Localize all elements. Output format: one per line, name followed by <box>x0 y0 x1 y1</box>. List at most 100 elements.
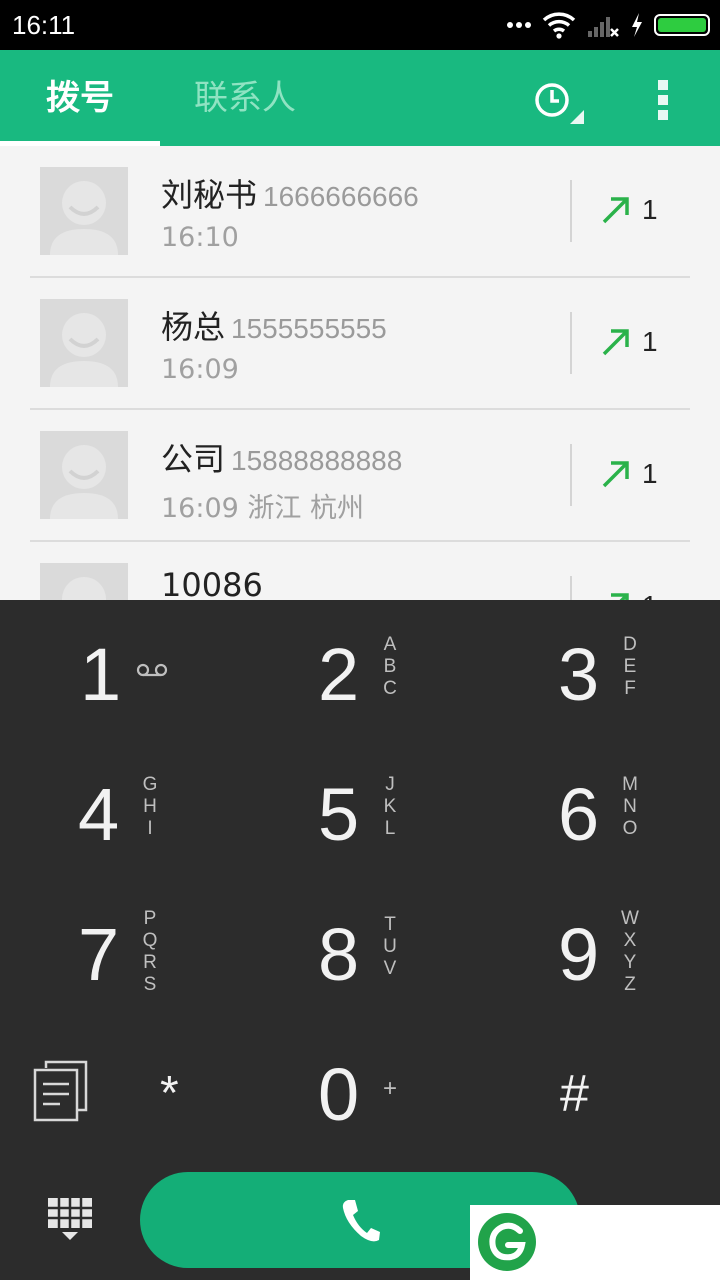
call-count: 1 <box>642 194 658 225</box>
call-time: 16:09 浙江 杭州 <box>161 493 364 524</box>
more-menu-button[interactable] <box>650 78 678 122</box>
call-time: 16:09 <box>161 354 239 385</box>
status-time: 16:11 <box>12 10 76 40</box>
caller-number: 1666666666 <box>263 181 419 212</box>
signal-icon <box>588 17 619 37</box>
outgoing-call-icon <box>611 593 629 600</box>
dial-key-6[interactable]: 6 MNO <box>480 740 720 880</box>
tab-contacts[interactable]: 联系人 <box>170 50 320 146</box>
key-letters: TUV <box>383 914 397 979</box>
key-digit: 7 <box>78 913 120 996</box>
key-digit: # <box>560 1065 589 1123</box>
call-detail-button[interactable]: 1 <box>600 454 658 494</box>
dial-key-3[interactable]: 3 DEF <box>480 600 720 740</box>
battery-icon <box>654 14 710 36</box>
key-letters: WXYZ <box>621 908 639 995</box>
dial-key-hash[interactable]: # <box>480 1020 720 1160</box>
call-history-button[interactable] <box>530 78 586 124</box>
outgoing-call-icon <box>602 197 629 224</box>
dial-key-7[interactable]: 7 PQRS <box>0 880 240 1020</box>
key-letters: ABC <box>383 634 397 699</box>
default-avatar-icon <box>50 445 118 519</box>
key-digit: 9 <box>558 913 600 996</box>
wifi-icon <box>542 12 576 39</box>
caller-number: 1555555555 <box>231 313 387 344</box>
key-letters: JKL <box>383 774 397 839</box>
avatar <box>40 563 128 600</box>
key-digit: 4 <box>78 773 120 856</box>
call-time: 16:10 <box>161 222 239 253</box>
key-letters: MNO <box>622 774 638 839</box>
key-digit: 3 <box>558 633 600 716</box>
caller-number: 15888888888 <box>231 445 403 476</box>
call-name-line: 10086 <box>161 566 269 600</box>
key-digit: 8 <box>318 913 360 996</box>
default-avatar-icon <box>50 181 118 255</box>
watermark <box>470 1205 720 1280</box>
call-log-item[interactable]: 刘秘书 1666666666 16:10 1 <box>30 146 690 278</box>
more-vert-icon <box>658 80 668 120</box>
paste-button[interactable] <box>30 1060 90 1124</box>
avatar <box>40 431 128 519</box>
dial-key-star[interactable]: * <box>110 1020 240 1160</box>
status-icons <box>506 8 710 42</box>
dial-key-8[interactable]: 8 TUV <box>240 880 480 1020</box>
key-letters: + <box>382 1075 397 1102</box>
phone-icon <box>342 1200 380 1242</box>
key-letters: DEF <box>623 634 637 699</box>
key-digit: 6 <box>558 773 600 856</box>
vertical-divider <box>570 312 572 374</box>
dial-key-2[interactable]: 2 ABC <box>240 600 480 740</box>
call-name-line: 公司 15888888888 <box>161 434 402 480</box>
vertical-divider <box>570 444 572 506</box>
caller-name: 公司 <box>161 440 226 478</box>
call-log-item[interactable]: 杨总 1555555555 16:09 1 <box>30 278 690 410</box>
key-digit: 5 <box>318 773 360 856</box>
default-avatar-icon <box>62 577 106 600</box>
call-log-item[interactable]: 10086 1 <box>30 542 690 600</box>
call-log-list[interactable]: 刘秘书 1666666666 16:10 1 杨总 1555555555 16:09… <box>0 146 720 600</box>
dialpad-toggle-button[interactable] <box>46 1196 94 1244</box>
tab-dial[interactable]: 拨号 <box>0 50 160 146</box>
call-name-line: 杨总 1555555555 <box>161 302 387 348</box>
key-digit: 1 <box>80 633 122 716</box>
dial-key-4[interactable]: 4 GHI <box>0 740 240 880</box>
dialpad: 1 2 ABC 3 DEF 4 GHI 5 JKL 6 MNO 7 PQRS 8… <box>0 600 720 1160</box>
call-detail-button[interactable]: 1 <box>600 322 658 362</box>
paste-icon <box>33 1060 88 1122</box>
key-letters: PQRS <box>142 908 158 995</box>
key-digit: * <box>160 1067 179 1120</box>
avatar <box>40 167 128 255</box>
call-detail-button[interactable]: 1 <box>600 586 658 600</box>
call-count: 1 <box>642 458 658 489</box>
more-dots-icon <box>507 22 531 28</box>
outgoing-call-icon <box>602 329 629 356</box>
key-digit: 2 <box>318 633 360 716</box>
app-bar: 拨号 联系人 <box>0 50 720 146</box>
battery-level <box>658 18 706 32</box>
dial-key-0[interactable]: 0 + <box>240 1020 480 1160</box>
outgoing-call-icon <box>602 461 629 488</box>
status-bar: 16:11 <box>0 0 720 50</box>
caller-name: 刘秘书 <box>161 176 258 214</box>
dial-key-1[interactable]: 1 <box>0 600 240 740</box>
vertical-divider <box>570 576 572 600</box>
key-digit: 0 <box>318 1053 360 1136</box>
call-name-line: 刘秘书 1666666666 <box>161 170 419 216</box>
call-history-icon <box>535 83 584 124</box>
voicemail-icon <box>136 663 168 677</box>
dial-key-5[interactable]: 5 JKL <box>240 740 480 880</box>
charging-icon <box>632 13 642 37</box>
default-avatar-icon <box>50 313 118 387</box>
call-log-item[interactable]: 公司 15888888888 16:09 浙江 杭州 1 <box>30 410 690 542</box>
call-count: 1 <box>642 590 658 600</box>
logo-icon <box>478 1213 536 1271</box>
dialpad-toggle-icon <box>48 1198 92 1240</box>
key-letters: GHI <box>142 774 158 839</box>
caller-name: 10086 <box>161 566 263 600</box>
vertical-divider <box>570 180 572 242</box>
call-count: 1 <box>642 326 658 357</box>
dial-key-9[interactable]: 9 WXYZ <box>480 880 720 1020</box>
caller-name: 杨总 <box>161 308 226 346</box>
call-detail-button[interactable]: 1 <box>600 190 658 230</box>
